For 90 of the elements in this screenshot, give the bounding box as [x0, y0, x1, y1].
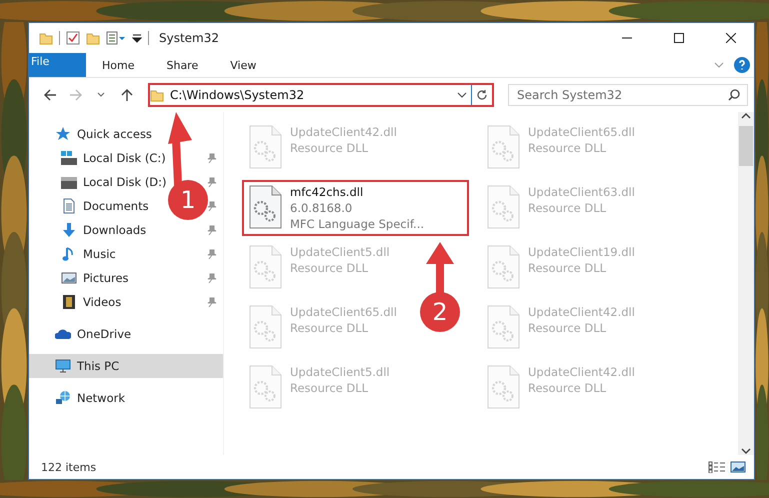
forward-icon	[68, 88, 83, 102]
file-detail: 6.0.8168.0	[290, 201, 354, 215]
sidebar-item[interactable]: Downloads	[29, 218, 146, 242]
sidebar-item[interactable]: Documents	[29, 194, 149, 218]
sidebar-item[interactable]: Music	[29, 242, 116, 266]
customize-dropdown-icon[interactable]	[132, 33, 142, 43]
sidebar-item[interactable]: Quick access	[29, 122, 152, 146]
scrollbar[interactable]	[738, 112, 754, 455]
sidebar-item[interactable]: OneDrive	[29, 322, 132, 346]
rename-icon[interactable]	[106, 31, 126, 45]
file-name: UpdateClient5.dll	[290, 365, 390, 379]
ribbon-tab[interactable]: Home	[86, 53, 150, 77]
details-view-icon	[708, 461, 726, 473]
address-bar[interactable]: C:\Windows\System32	[148, 83, 494, 107]
file-name: UpdateClient5.dll	[290, 245, 390, 259]
drive-icon	[61, 150, 77, 166]
pin-icon[interactable]	[207, 273, 217, 283]
chevron-down-icon	[456, 91, 467, 99]
pin-icon[interactable]	[207, 249, 217, 259]
file-detail: MFC Language Specif...	[290, 217, 424, 231]
item-count: 122 items	[41, 460, 98, 474]
pin-icon[interactable]	[207, 225, 217, 235]
file-name: UpdateClient19.dll	[528, 245, 635, 259]
file-detail: Resource DLL	[528, 141, 608, 155]
pin-icon[interactable]	[207, 153, 217, 163]
file-name: UpdateClient63.dll	[528, 185, 635, 199]
sidebar-item[interactable]: Local Disk (C:)	[29, 146, 166, 170]
file-detail: Resource DLL	[528, 381, 608, 395]
maximize-icon	[674, 33, 684, 43]
dll-file-icon	[486, 185, 520, 229]
file-menu-tab[interactable]: File	[29, 53, 86, 77]
network-globe-icon	[55, 390, 71, 406]
expand-ribbon-icon[interactable]	[714, 61, 724, 69]
dll-file-icon	[248, 245, 282, 289]
up-icon	[120, 88, 134, 102]
window-title: System32	[159, 31, 220, 45]
dll-file-icon	[486, 365, 520, 409]
close-icon	[726, 33, 736, 43]
scroll-down-icon[interactable]	[741, 447, 751, 455]
file-name: UpdateClient42.dll	[290, 125, 397, 139]
file-detail: Resource DLL	[290, 141, 370, 155]
drive-icon	[61, 174, 77, 190]
folder-icon	[150, 88, 164, 102]
search-icon[interactable]	[728, 89, 740, 101]
file-name: UpdateClient42.dll	[528, 305, 635, 319]
dll-file-icon	[248, 185, 282, 229]
file-item[interactable]: mfc42chs.dll 6.0.8168.0 MFC Language Specif...	[242, 180, 469, 236]
file-detail: Resource DLL	[528, 201, 608, 215]
pin-icon[interactable]	[207, 201, 217, 211]
file-detail: Resource DLL	[528, 321, 608, 335]
document-icon	[61, 198, 77, 214]
scroll-thumb[interactable]	[739, 126, 753, 166]
file-name: mfc42chs.dll	[290, 185, 364, 199]
pin-icon[interactable]	[207, 177, 217, 187]
ribbon-tab[interactable]: View	[214, 53, 272, 77]
sidebar-item[interactable]: Videos	[29, 290, 122, 314]
sidebar-item[interactable]: Pictures	[29, 266, 129, 290]
sidebar-item[interactable]: Network	[29, 386, 126, 410]
monitor-icon	[55, 358, 71, 374]
dll-file-icon	[248, 365, 282, 409]
file-detail: Resource DLL	[528, 261, 608, 275]
ribbon-tab[interactable]: Share	[150, 53, 214, 77]
large-icons-view-button[interactable]	[728, 461, 748, 473]
details-view-button[interactable]	[706, 461, 728, 473]
address-path: C:\Windows\System32	[170, 88, 306, 102]
star-icon	[55, 126, 71, 142]
file-detail: Resource DLL	[290, 261, 370, 275]
back-icon	[42, 88, 57, 102]
scroll-up-icon[interactable]	[741, 112, 751, 120]
file-detail: Resource DLL	[290, 321, 370, 335]
image-icon	[61, 270, 77, 286]
dll-file-icon	[248, 125, 282, 169]
properties-icon[interactable]	[66, 31, 80, 45]
file-detail: Resource DLL	[290, 381, 370, 395]
refresh-icon	[476, 89, 488, 101]
file-name: UpdateClient65.dll	[290, 305, 397, 319]
pin-icon[interactable]	[207, 297, 217, 307]
sidebar-item[interactable]: Local Disk (D:)	[29, 170, 167, 194]
search-field[interactable]: Search System32	[508, 84, 748, 106]
dll-file-icon	[486, 245, 520, 289]
file-name: UpdateClient42.dll	[528, 365, 635, 379]
dll-file-icon	[486, 125, 520, 169]
sidebar-item[interactable]: This PC	[29, 354, 223, 378]
large-icons-view-icon	[730, 461, 746, 473]
download-arrow-icon	[61, 222, 77, 238]
dll-file-icon	[486, 305, 520, 349]
dll-file-icon	[248, 305, 282, 349]
file-name: UpdateClient65.dll	[528, 125, 635, 139]
help-icon[interactable]	[734, 57, 750, 73]
film-strip-icon	[61, 294, 77, 310]
